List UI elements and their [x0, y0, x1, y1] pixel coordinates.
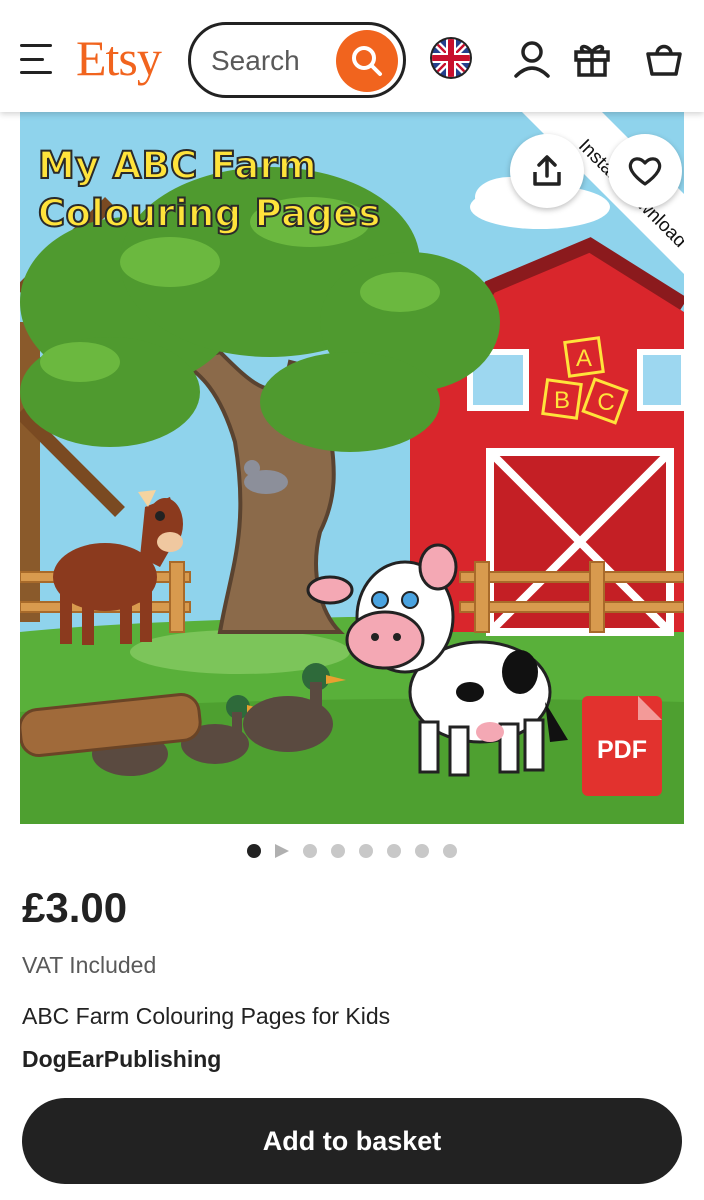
basket-icon[interactable] [642, 36, 686, 80]
carousel-dot-1[interactable] [247, 844, 261, 858]
share-button[interactable] [510, 134, 584, 208]
image-title-line-2: Colouring Pages [37, 191, 382, 236]
image-title: My ABC Farm Colouring Pages [37, 142, 382, 238]
vat-note: VAT Included [22, 952, 157, 978]
carousel-dot-6[interactable] [387, 844, 401, 858]
listing-price: £3.00 [22, 884, 128, 931]
search-icon [352, 46, 382, 76]
add-to-basket-button[interactable]: Add to basket [22, 1098, 682, 1184]
uk-flag-icon[interactable] [429, 36, 473, 80]
carousel-dot-3[interactable] [303, 844, 317, 858]
gift-icon[interactable] [570, 36, 614, 80]
search-box[interactable] [188, 22, 406, 98]
carousel-dot-8[interactable] [443, 844, 457, 858]
carousel-dot-5[interactable] [359, 844, 373, 858]
favorite-button[interactable] [608, 134, 682, 208]
block-letter-b: B [554, 387, 570, 414]
heart-icon [628, 157, 662, 186]
pdf-badge: PDF [582, 696, 662, 796]
carousel-dot-7[interactable] [415, 844, 429, 858]
block-letter-c: C [597, 389, 614, 416]
hamburger-menu-icon[interactable] [20, 42, 58, 76]
top-nav-bar: Etsy [0, 0, 704, 112]
account-icon[interactable] [510, 36, 554, 80]
etsy-logo[interactable]: Etsy [76, 28, 162, 88]
listing-image[interactable]: A B C My ABC Farm Colouring Pages Instan… [20, 112, 684, 824]
listing-title: ABC Farm Colouring Pages for Kids [22, 1003, 391, 1029]
shop-name-link[interactable]: DogEarPublishing [22, 1046, 221, 1073]
image-title-line-1: My ABC Farm [37, 143, 318, 188]
search-button[interactable] [336, 30, 398, 92]
carousel-video-dot-icon[interactable] [275, 844, 289, 858]
search-input[interactable] [211, 41, 331, 81]
block-letter-a: A [576, 345, 592, 372]
image-carousel-dots [0, 840, 704, 862]
pdf-label: PDF [597, 736, 647, 764]
carousel-dot-4[interactable] [331, 844, 345, 858]
share-icon [533, 155, 561, 186]
